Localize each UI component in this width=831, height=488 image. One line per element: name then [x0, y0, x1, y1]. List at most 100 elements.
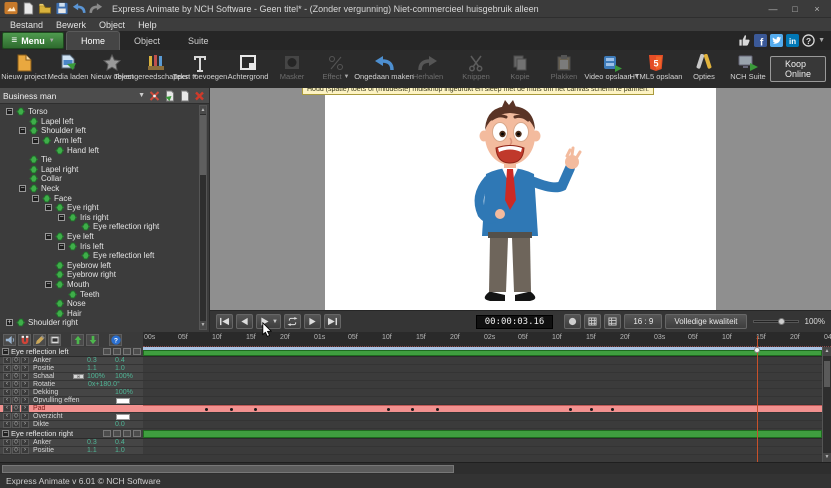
koop-online-button[interactable]: Koop Online	[770, 56, 827, 82]
scroll-up-icon[interactable]: ▲	[200, 106, 206, 114]
property-lane[interactable]	[143, 389, 831, 396]
collapse-icon[interactable]: −	[45, 204, 52, 212]
tree-item-lapel-right[interactable]: −Lapel right	[4, 165, 209, 175]
property-lane[interactable]	[143, 413, 831, 420]
new-doc-icon[interactable]	[21, 2, 35, 15]
color-swatch[interactable]	[116, 413, 130, 420]
color-swatch[interactable]	[116, 397, 130, 404]
property-value[interactable]: 0.4	[115, 439, 142, 446]
tree-item-lapel-left[interactable]: −Lapel left	[4, 117, 209, 127]
next-keyframe-button[interactable]: ›	[21, 421, 29, 428]
next-keyframe-button[interactable]: ›	[21, 389, 29, 396]
zoom-slider-knob[interactable]	[777, 318, 785, 325]
property-row-positie[interactable]: ‹ ◇ › Positie 1.1 1.0	[0, 447, 831, 455]
collapse-icon[interactable]: −	[58, 242, 65, 250]
keyframe-dot[interactable]	[254, 408, 258, 412]
tree-item-nose[interactable]: −Nose	[4, 299, 209, 309]
keyframe-dot[interactable]	[611, 408, 615, 412]
keyframe-dot[interactable]	[411, 408, 415, 412]
tree-item-iris-right[interactable]: − Iris right	[4, 213, 209, 223]
eye-icon[interactable]	[113, 348, 121, 355]
property-lane[interactable]	[143, 365, 831, 372]
collapse-icon[interactable]: −	[32, 194, 39, 202]
property-lane[interactable]	[143, 405, 831, 412]
prev-keyframe-button[interactable]: ‹	[3, 405, 11, 412]
next-keyframe-button[interactable]: ›	[21, 413, 29, 420]
tree-item-torso[interactable]: − Torso	[4, 107, 209, 117]
undo-small-icon[interactable]	[72, 2, 86, 15]
collapse-icon[interactable]: −	[45, 280, 52, 288]
onion-skin-button[interactable]	[564, 314, 582, 329]
tab-home[interactable]: Home	[66, 31, 121, 50]
link-dimensions-toggle[interactable]: ∞	[73, 374, 84, 380]
zoom-slider[interactable]	[752, 318, 799, 325]
property-value[interactable]: 0.3	[87, 357, 114, 364]
speaker-button[interactable]	[3, 333, 16, 346]
menu-button[interactable]: ≡ Menu ▼	[2, 32, 64, 49]
ongedaan-maken-button[interactable]: Ongedaan maken	[354, 51, 414, 87]
linkedin-icon[interactable]: in	[786, 34, 800, 47]
grid-button[interactable]	[584, 314, 602, 329]
property-lane[interactable]	[143, 397, 831, 404]
character-business-man[interactable]	[430, 94, 600, 306]
tree-item-hand-left[interactable]: −Hand left	[4, 145, 209, 155]
duration-bar[interactable]	[143, 430, 822, 438]
tree-item-tie[interactable]: −Tie	[4, 155, 209, 165]
achtergrond-button[interactable]: Achtergrond	[226, 51, 270, 87]
tree-scrollbar[interactable]: ▲ ▼	[199, 105, 207, 330]
add-keyframe-button[interactable]: ◇	[12, 447, 20, 454]
tree-item-eye-left[interactable]: − Eye left	[4, 232, 209, 242]
tree-item-eye-reflection-right[interactable]: −Eye reflection right	[4, 222, 209, 232]
loop-button[interactable]	[283, 314, 301, 329]
tree-item-neck[interactable]: − Neck	[4, 184, 209, 194]
property-value[interactable]: 100%	[87, 373, 114, 380]
menu-bewerk[interactable]: Bewerk	[50, 20, 92, 30]
collapse-icon[interactable]: −	[2, 348, 9, 355]
property-lane[interactable]	[143, 447, 831, 454]
next-keyframe-button[interactable]: ›	[21, 447, 29, 454]
track-group-eye-reflection-right[interactable]: − Eye reflection right	[0, 429, 831, 439]
property-value[interactable]: 1.0	[115, 447, 142, 454]
tree-item-mouth[interactable]: − Mouth	[4, 280, 209, 290]
app-icon[interactable]	[4, 2, 18, 15]
collapse-icon[interactable]: −	[19, 127, 26, 135]
property-value[interactable]: 1.0	[115, 365, 142, 372]
tree-item-eyebrow-left[interactable]: −Eyebrow left	[4, 261, 209, 271]
lock-icon[interactable]	[123, 348, 131, 355]
timeline-ruler[interactable]: 00s 05f 10f 15f 20f 01s 05f 10f 15f 20f 02s 05f 10f 1…	[143, 332, 831, 347]
tree-item-face[interactable]: − Face	[4, 193, 209, 203]
aspect-ratio-button[interactable]: 16 : 9	[624, 314, 663, 329]
prev-keyframe-button[interactable]: ‹	[3, 439, 11, 446]
skip-end-button[interactable]	[323, 314, 341, 329]
import-doc-icon[interactable]	[163, 90, 176, 102]
frame-forward-button[interactable]	[303, 314, 321, 329]
prev-keyframe-button[interactable]: ‹	[3, 389, 11, 396]
add-keyframe-button[interactable]: ◇	[12, 357, 20, 364]
timeline-scrollbar[interactable]: ▲ ▼	[822, 347, 831, 462]
html5-opslaan-button[interactable]: 5 HTML5 opslaan	[630, 51, 682, 87]
next-keyframe-button[interactable]: ›	[21, 357, 29, 364]
quality-button[interactable]: Volledige kwaliteit	[665, 314, 747, 329]
prev-keyframe-button[interactable]: ‹	[3, 381, 11, 388]
playhead-handle[interactable]	[754, 347, 760, 353]
tree-item-shoulder-right[interactable]: + Shoulder right	[4, 318, 209, 328]
twitter-icon[interactable]	[770, 34, 784, 47]
property-value[interactable]: 100%	[115, 389, 142, 396]
property-row-overzicht[interactable]: ‹ ◇ › Overzicht	[0, 413, 831, 421]
next-keyframe-button[interactable]: ›	[21, 365, 29, 372]
scroll-down-icon[interactable]: ▼	[823, 453, 831, 462]
nch-suite-button[interactable]: NCH Suite	[726, 51, 770, 87]
property-lane[interactable]	[143, 373, 831, 380]
next-keyframe-button[interactable]: ›	[21, 439, 29, 446]
open-folder-icon[interactable]	[38, 2, 52, 15]
close-button[interactable]: ×	[811, 4, 823, 14]
tab-suite[interactable]: Suite	[174, 31, 223, 50]
add-keyframe-button[interactable]: ◇	[12, 397, 20, 404]
brush-button[interactable]	[33, 333, 46, 346]
property-row-dekking[interactable]: ‹ ◇ › Dekking 100%	[0, 389, 831, 397]
property-value[interactable]: 0x+180.0°	[88, 381, 142, 388]
expand-icon[interactable]: +	[6, 319, 13, 327]
redo-small-icon[interactable]	[89, 2, 103, 15]
opties-button[interactable]: Opties	[682, 51, 726, 87]
property-row-pad[interactable]: ‹ ◇ › Pad	[0, 405, 831, 413]
